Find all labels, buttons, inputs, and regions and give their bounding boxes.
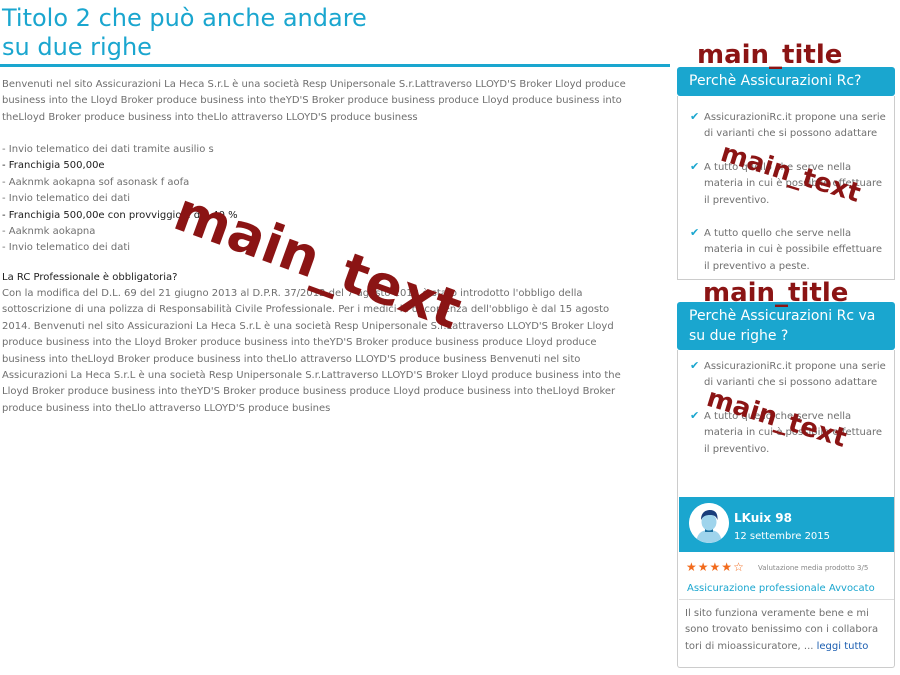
intro-paragraph: Benvenuti nel sito Assicurazioni La Heca…	[2, 79, 626, 123]
star-icon: ★	[709, 560, 722, 574]
product-link[interactable]: Assicurazione professionale Avvocato	[687, 583, 875, 594]
check-icon: ✔	[690, 110, 700, 123]
feature-item: - Invio telematico dei dati	[2, 193, 131, 205]
sidebar-box-header: Perchè Assicurazioni Rc?	[677, 67, 895, 96]
review-text: Il sito funziona veramente bene e mi son…	[685, 606, 885, 655]
benefit-text: AssicurazioniRc.it propone una serie di …	[704, 112, 886, 140]
star-icon: ★	[686, 560, 698, 574]
check-icon: ✔	[690, 159, 700, 173]
read-more-link[interactable]: leggi tutto	[817, 641, 869, 652]
benefit-text: A tutto quello che serve nella materia i…	[704, 161, 883, 206]
page-title: Titolo 2 che può anche andare su due rig…	[2, 4, 367, 61]
rc-question-heading: La RC Professionale è obbligatoria?	[2, 272, 178, 283]
rating-summary: Valutazione media prodotto 3/5	[758, 564, 869, 572]
review-divider	[679, 599, 894, 600]
feature-item: - Aaknmk aokapna	[2, 226, 96, 238]
star-icon: ★	[697, 560, 710, 574]
feature-item: - Invio telematico dei dati	[2, 242, 131, 254]
check-icon: ✔	[690, 226, 700, 240]
star-icon: ★	[721, 560, 734, 574]
main-title-overlay-label: main_title	[697, 40, 843, 70]
feature-list: - Invio telematico dei dati tramite ausi…	[2, 142, 632, 257]
benefit-text: A tutto quello che serve nella materia i…	[704, 228, 883, 272]
rc-paragraph: Con la modifica del D.L. 69 del 21 giugn…	[2, 288, 621, 414]
benefit-item: ✔ A tutto quello che serve nella materia…	[690, 409, 890, 458]
benefit-item: ✔ AssicurazioniRc.it propone una serie d…	[690, 359, 890, 392]
feature-item: - Aaknmk aokapna sof asonask f aofa	[2, 176, 190, 188]
benefit-item: ✔ A tutto quello che serve nella materia…	[690, 226, 890, 275]
check-icon: ✔	[690, 359, 700, 372]
benefit-text: AssicurazioniRc.it propone una serie di …	[704, 361, 886, 389]
feature-item: - Franchigia 500,00e con provviggioni de…	[2, 209, 238, 221]
benefit-item: ✔ AssicurazioniRc.it propone una serie d…	[690, 110, 890, 143]
star-empty-icon: ☆	[733, 560, 745, 574]
benefit-text: A tutto quello che serve nella materia i…	[704, 410, 883, 455]
benefit-item: ✔ A tutto quello che serve nella materia…	[690, 160, 890, 209]
check-icon: ✔	[690, 408, 700, 422]
benefit-list: ✔ AssicurazioniRc.it propone una serie d…	[690, 359, 890, 458]
avatar-illustration	[689, 503, 729, 543]
feature-item: - Invio telematico dei dati tramite ausi…	[2, 144, 214, 155]
star-rating: ★★★★☆	[686, 560, 745, 574]
user-avatar-icon	[689, 503, 729, 543]
benefit-list: ✔ AssicurazioniRc.it propone una serie d…	[690, 110, 890, 275]
review-date: 12 settembre 2015	[734, 531, 831, 542]
sidebar-box-header: Perchè Assicurazioni Rc va su due righe …	[677, 302, 895, 350]
title-divider	[0, 64, 670, 67]
feature-item: - Franchigia 500,00e	[2, 160, 105, 172]
reviewer-name: LKuix 98	[734, 511, 793, 525]
